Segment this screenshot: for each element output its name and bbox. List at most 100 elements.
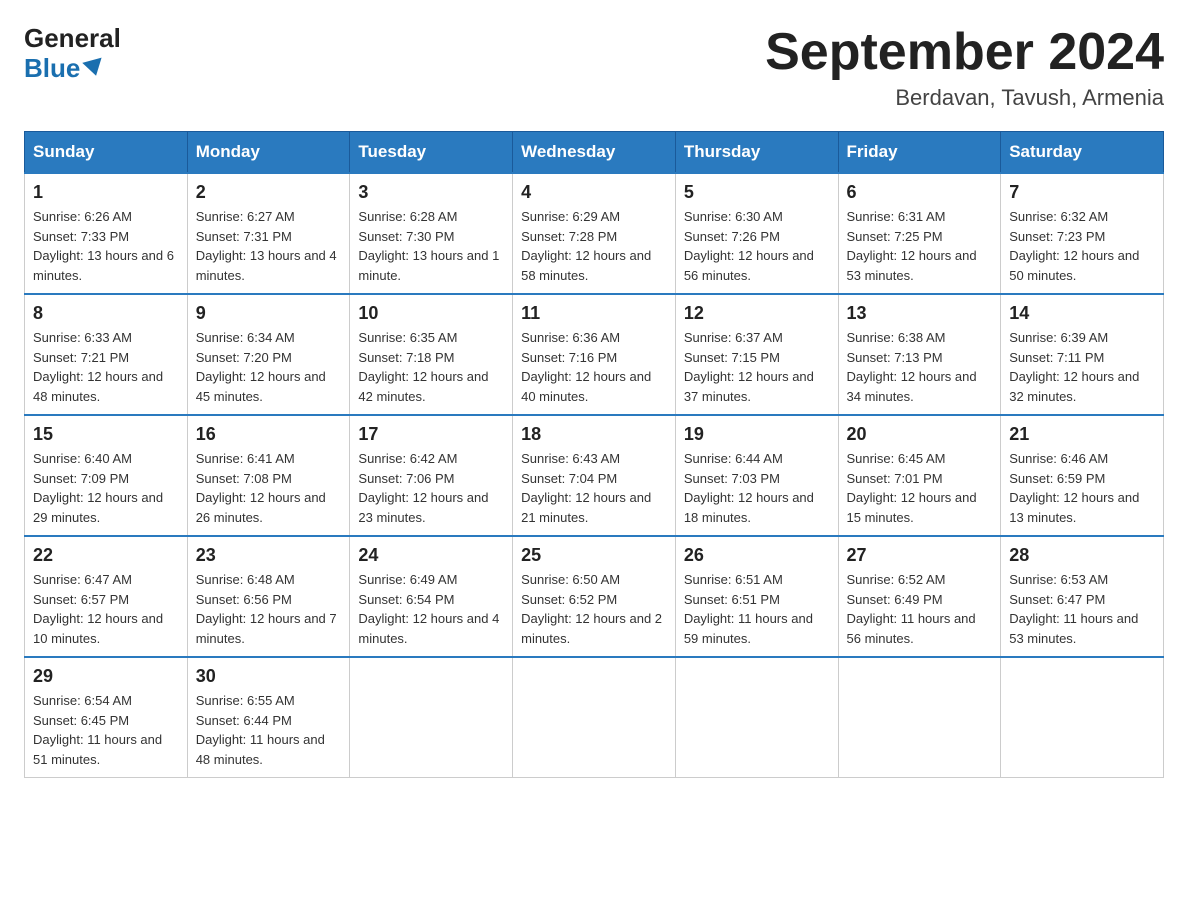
day-info: Sunrise: 6:54 AMSunset: 6:45 PMDaylight:… [33,691,179,769]
calendar-cell: 28 Sunrise: 6:53 AMSunset: 6:47 PMDayligh… [1001,536,1164,657]
calendar-cell: 9 Sunrise: 6:34 AMSunset: 7:20 PMDaylight… [187,294,350,415]
day-info: Sunrise: 6:32 AMSunset: 7:23 PMDaylight:… [1009,207,1155,285]
day-info: Sunrise: 6:39 AMSunset: 7:11 PMDaylight:… [1009,328,1155,406]
week-row-1: 1 Sunrise: 6:26 AMSunset: 7:33 PMDaylight… [25,173,1164,294]
column-header-wednesday: Wednesday [513,132,676,174]
calendar-cell: 6 Sunrise: 6:31 AMSunset: 7:25 PMDaylight… [838,173,1001,294]
column-header-friday: Friday [838,132,1001,174]
day-number: 28 [1009,545,1155,566]
day-number: 30 [196,666,342,687]
calendar-cell: 24 Sunrise: 6:49 AMSunset: 6:54 PMDayligh… [350,536,513,657]
calendar-cell: 27 Sunrise: 6:52 AMSunset: 6:49 PMDayligh… [838,536,1001,657]
column-header-saturday: Saturday [1001,132,1164,174]
day-number: 12 [684,303,830,324]
day-info: Sunrise: 6:28 AMSunset: 7:30 PMDaylight:… [358,207,504,285]
day-info: Sunrise: 6:38 AMSunset: 7:13 PMDaylight:… [847,328,993,406]
day-number: 23 [196,545,342,566]
day-info: Sunrise: 6:50 AMSunset: 6:52 PMDaylight:… [521,570,667,648]
column-header-tuesday: Tuesday [350,132,513,174]
location-subtitle: Berdavan, Tavush, Armenia [765,85,1164,111]
calendar-cell: 25 Sunrise: 6:50 AMSunset: 6:52 PMDayligh… [513,536,676,657]
day-number: 29 [33,666,179,687]
day-number: 18 [521,424,667,445]
calendar-cell: 1 Sunrise: 6:26 AMSunset: 7:33 PMDaylight… [25,173,188,294]
day-info: Sunrise: 6:49 AMSunset: 6:54 PMDaylight:… [358,570,504,648]
day-info: Sunrise: 6:33 AMSunset: 7:21 PMDaylight:… [33,328,179,406]
calendar-cell: 18 Sunrise: 6:43 AMSunset: 7:04 PMDayligh… [513,415,676,536]
calendar-cell: 5 Sunrise: 6:30 AMSunset: 7:26 PMDaylight… [675,173,838,294]
calendar-cell: 23 Sunrise: 6:48 AMSunset: 6:56 PMDayligh… [187,536,350,657]
day-info: Sunrise: 6:48 AMSunset: 6:56 PMDaylight:… [196,570,342,648]
day-number: 7 [1009,182,1155,203]
day-number: 13 [847,303,993,324]
logo-triangle-icon [83,58,106,79]
month-title: September 2024 [765,24,1164,81]
day-info: Sunrise: 6:37 AMSunset: 7:15 PMDaylight:… [684,328,830,406]
day-number: 1 [33,182,179,203]
day-number: 2 [196,182,342,203]
week-row-3: 15Sunrise: 6:40 AMSunset: 7:09 PMDayligh… [25,415,1164,536]
calendar-cell [1001,657,1164,778]
day-number: 3 [358,182,504,203]
day-number: 24 [358,545,504,566]
day-info: Sunrise: 6:43 AMSunset: 7:04 PMDaylight:… [521,449,667,527]
calendar-cell: 16Sunrise: 6:41 AMSunset: 7:08 PMDayligh… [187,415,350,536]
calendar-cell: 7 Sunrise: 6:32 AMSunset: 7:23 PMDaylight… [1001,173,1164,294]
day-info: Sunrise: 6:27 AMSunset: 7:31 PMDaylight:… [196,207,342,285]
calendar-header-row: SundayMondayTuesdayWednesdayThursdayFrid… [25,132,1164,174]
title-area: September 2024 Berdavan, Tavush, Armenia [765,24,1164,111]
day-number: 14 [1009,303,1155,324]
day-number: 6 [847,182,993,203]
week-row-4: 22 Sunrise: 6:47 AMSunset: 6:57 PMDayligh… [25,536,1164,657]
day-number: 27 [847,545,993,566]
calendar-cell: 22 Sunrise: 6:47 AMSunset: 6:57 PMDayligh… [25,536,188,657]
calendar-cell: 12 Sunrise: 6:37 AMSunset: 7:15 PMDayligh… [675,294,838,415]
day-number: 21 [1009,424,1155,445]
day-number: 11 [521,303,667,324]
day-info: Sunrise: 6:52 AMSunset: 6:49 PMDaylight:… [847,570,993,648]
day-info: Sunrise: 6:51 AMSunset: 6:51 PMDaylight:… [684,570,830,648]
day-info: Sunrise: 6:55 AMSunset: 6:44 PMDaylight:… [196,691,342,769]
day-number: 20 [847,424,993,445]
day-info: Sunrise: 6:44 AMSunset: 7:03 PMDaylight:… [684,449,830,527]
week-row-5: 29 Sunrise: 6:54 AMSunset: 6:45 PMDayligh… [25,657,1164,778]
calendar-cell: 10Sunrise: 6:35 AMSunset: 7:18 PMDayligh… [350,294,513,415]
day-info: Sunrise: 6:30 AMSunset: 7:26 PMDaylight:… [684,207,830,285]
day-info: Sunrise: 6:47 AMSunset: 6:57 PMDaylight:… [33,570,179,648]
page-header: General Blue September 2024 Berdavan, Ta… [24,24,1164,111]
day-number: 22 [33,545,179,566]
day-info: Sunrise: 6:53 AMSunset: 6:47 PMDaylight:… [1009,570,1155,648]
calendar-cell: 20Sunrise: 6:45 AMSunset: 7:01 PMDayligh… [838,415,1001,536]
calendar-cell: 19 Sunrise: 6:44 AMSunset: 7:03 PMDayligh… [675,415,838,536]
day-number: 17 [358,424,504,445]
column-header-thursday: Thursday [675,132,838,174]
calendar-cell: 26 Sunrise: 6:51 AMSunset: 6:51 PMDayligh… [675,536,838,657]
day-number: 25 [521,545,667,566]
day-number: 19 [684,424,830,445]
day-info: Sunrise: 6:26 AMSunset: 7:33 PMDaylight:… [33,207,179,285]
day-info: Sunrise: 6:34 AMSunset: 7:20 PMDaylight:… [196,328,342,406]
calendar-cell: 13 Sunrise: 6:38 AMSunset: 7:13 PMDayligh… [838,294,1001,415]
calendar-cell: 2 Sunrise: 6:27 AMSunset: 7:31 PMDaylight… [187,173,350,294]
calendar-cell: 21 Sunrise: 6:46 AMSunset: 6:59 PMDayligh… [1001,415,1164,536]
day-number: 8 [33,303,179,324]
logo: General Blue [24,24,121,84]
day-number: 9 [196,303,342,324]
day-info: Sunrise: 6:36 AMSunset: 7:16 PMDaylight:… [521,328,667,406]
calendar-cell [513,657,676,778]
day-info: Sunrise: 6:41 AMSunset: 7:08 PMDaylight:… [196,449,342,527]
calendar-cell [675,657,838,778]
day-number: 26 [684,545,830,566]
day-number: 5 [684,182,830,203]
logo-blue-text: Blue [24,53,104,84]
day-info: Sunrise: 6:40 AMSunset: 7:09 PMDaylight:… [33,449,179,527]
column-header-monday: Monday [187,132,350,174]
day-number: 10 [358,303,504,324]
calendar-table: SundayMondayTuesdayWednesdayThursdayFrid… [24,131,1164,778]
calendar-cell: 30 Sunrise: 6:55 AMSunset: 6:44 PMDayligh… [187,657,350,778]
day-info: Sunrise: 6:29 AMSunset: 7:28 PMDaylight:… [521,207,667,285]
calendar-cell: 29 Sunrise: 6:54 AMSunset: 6:45 PMDayligh… [25,657,188,778]
calendar-cell: 3 Sunrise: 6:28 AMSunset: 7:30 PMDaylight… [350,173,513,294]
day-info: Sunrise: 6:46 AMSunset: 6:59 PMDaylight:… [1009,449,1155,527]
day-info: Sunrise: 6:31 AMSunset: 7:25 PMDaylight:… [847,207,993,285]
